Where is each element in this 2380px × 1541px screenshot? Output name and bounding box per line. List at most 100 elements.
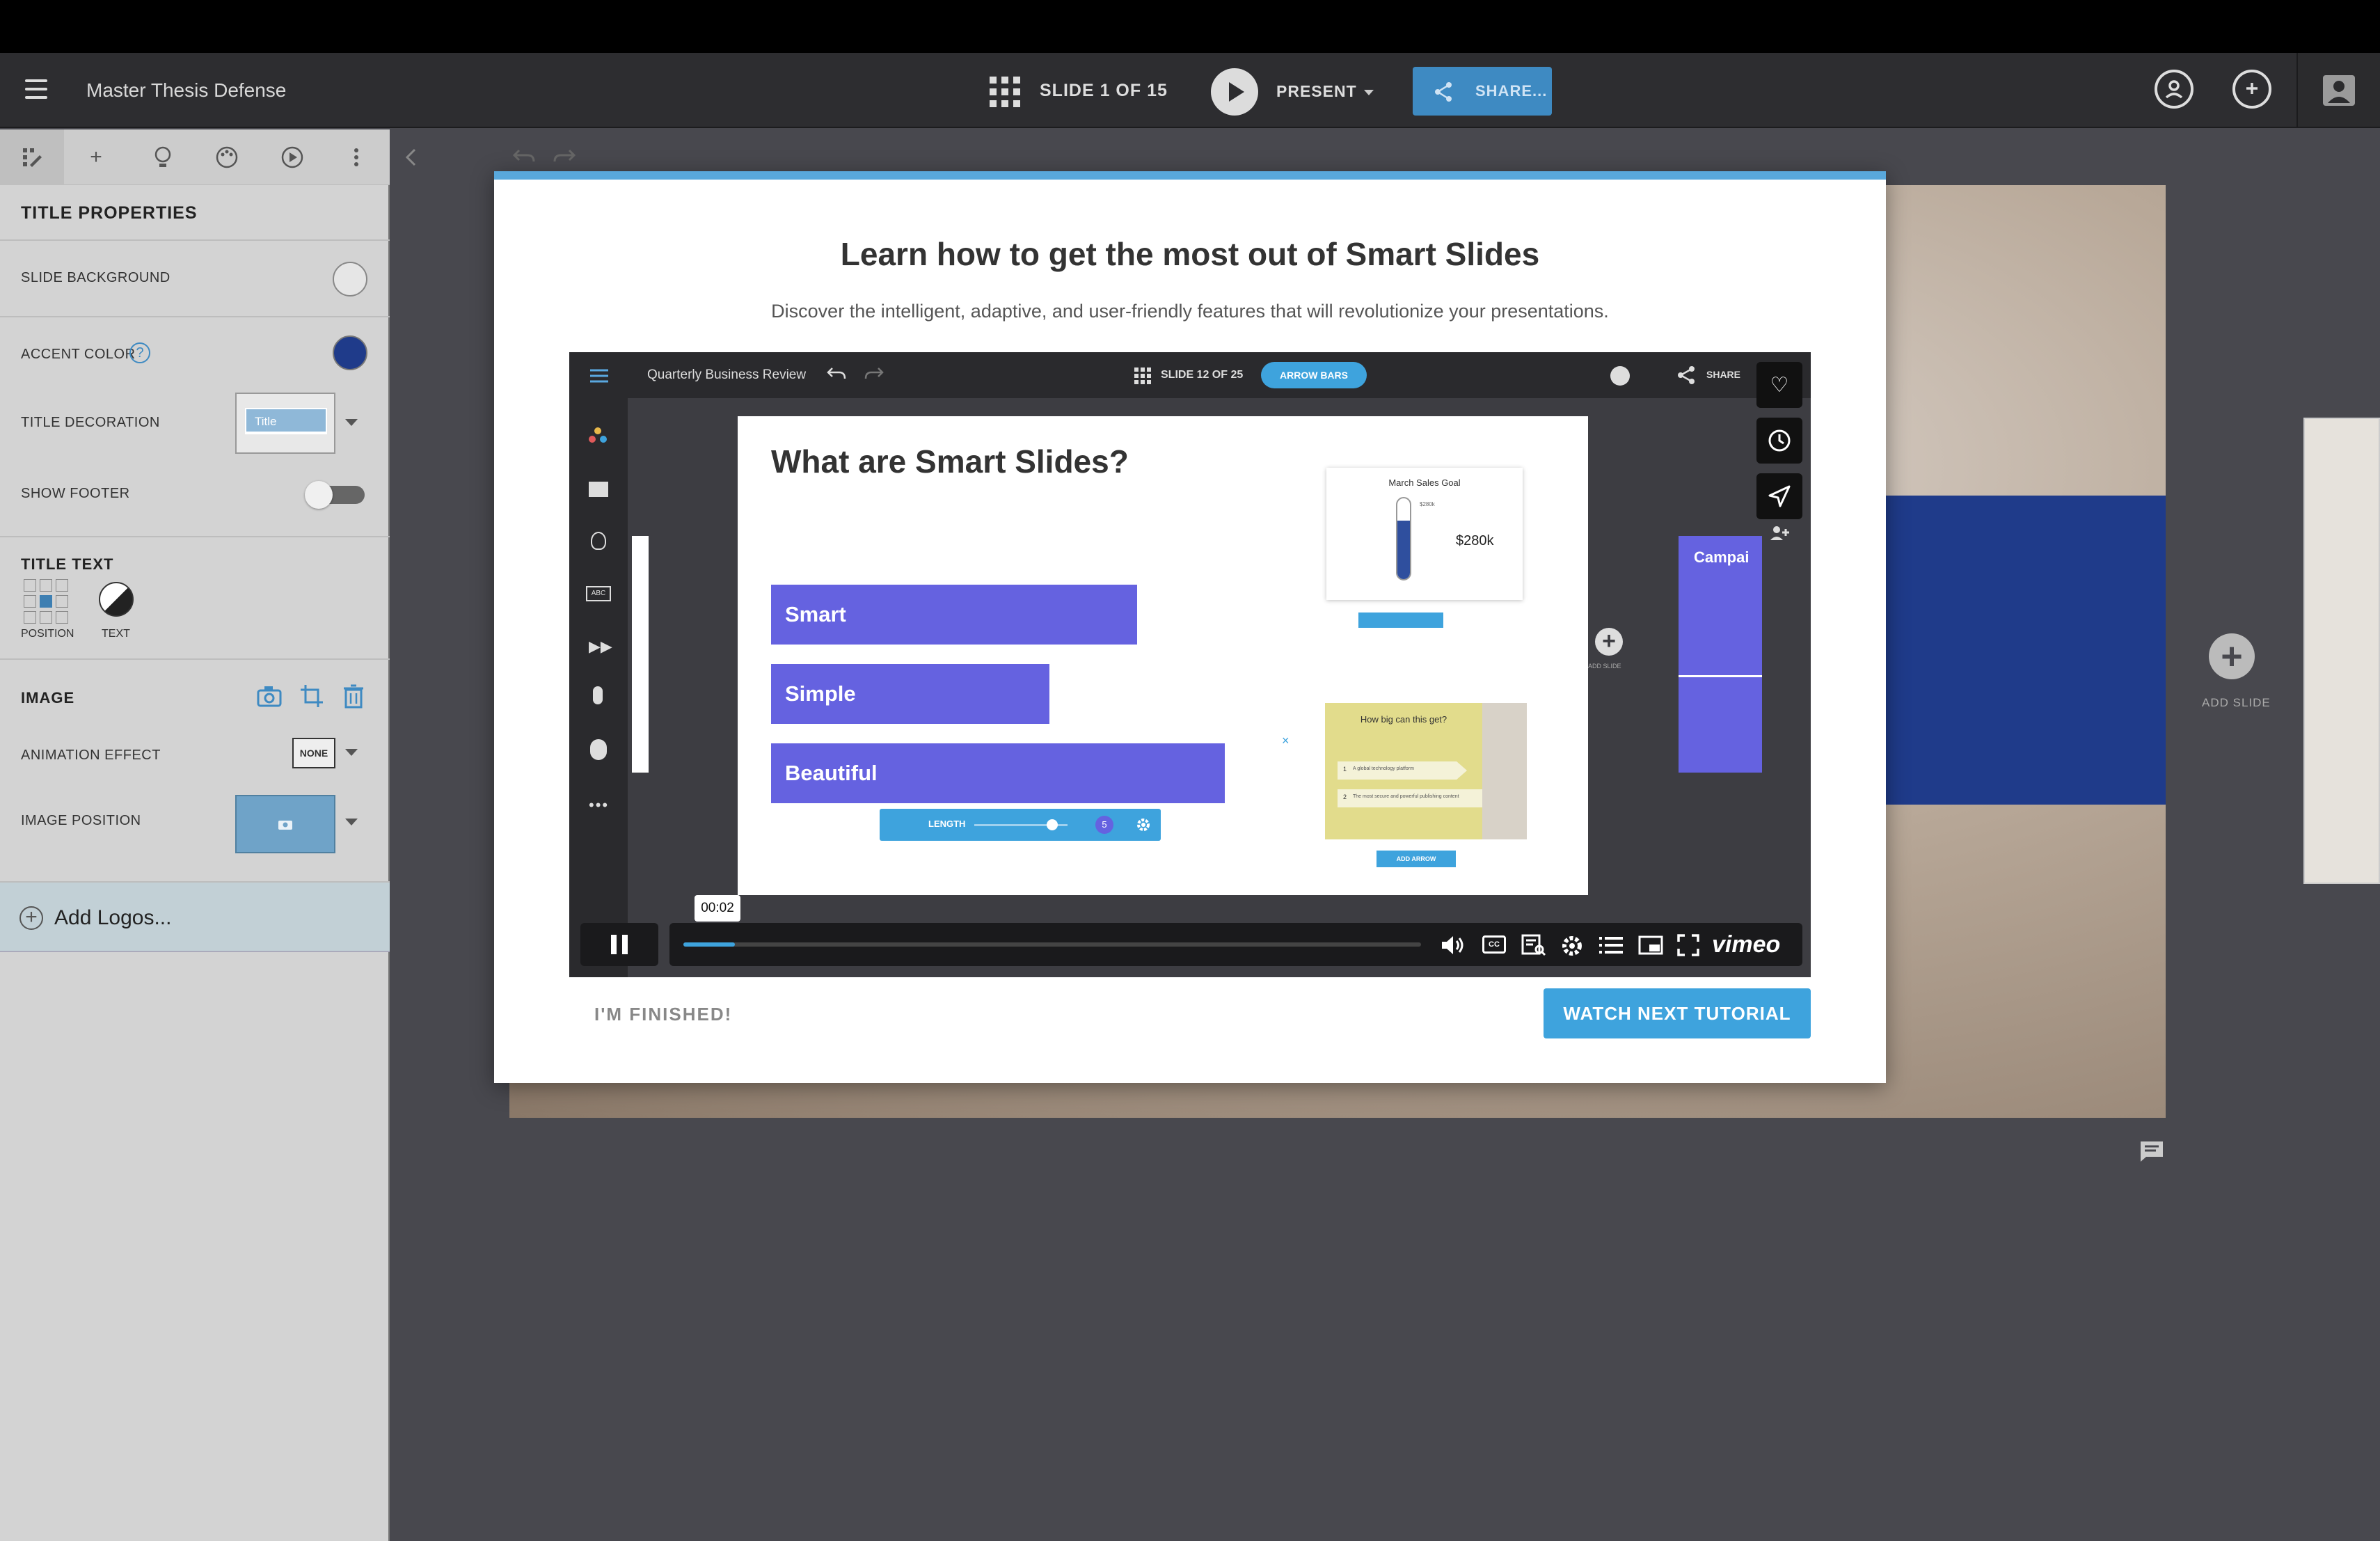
video-goal-small-label: $280k <box>1420 501 1435 507</box>
video-progress-track[interactable] <box>683 942 1421 947</box>
animation-effect-select[interactable]: NONE <box>292 738 335 768</box>
play-icon[interactable] <box>1211 68 1258 116</box>
more-vertical-icon[interactable] <box>342 143 370 171</box>
lightbulb-icon[interactable] <box>149 143 177 171</box>
video-next-slide: Campai <box>1679 536 1762 773</box>
vimeo-logo[interactable]: vimeo <box>1712 931 1780 958</box>
video-length-toolbar: LENGTH 5 <box>880 809 1161 841</box>
palette-icon[interactable] <box>213 143 241 171</box>
video-goal-title: March Sales Goal <box>1388 477 1461 488</box>
hamburger-icon[interactable] <box>25 79 47 99</box>
add-logos-button[interactable]: + Add Logos... <box>0 883 390 952</box>
add-slide-icon[interactable]: + <box>2209 633 2255 679</box>
collapse-panel-icon[interactable] <box>404 148 418 167</box>
add-logos-label: Add Logos... <box>54 906 172 929</box>
fast-forward-icon: ▶▶ <box>589 638 612 655</box>
fullscreen-icon[interactable] <box>1677 934 1699 956</box>
present-label: PRESENT <box>1276 82 1357 100</box>
video-bar-beautiful: Beautiful <box>771 743 1225 803</box>
gear-icon[interactable] <box>1560 934 1584 958</box>
position-grid-icon[interactable] <box>24 579 68 624</box>
row-image: IMAGE ANIMATION EFFECT NONE IMAGE POSITI… <box>0 660 390 883</box>
comment-add-icon[interactable] <box>2232 70 2271 109</box>
redo-icon[interactable] <box>553 148 576 166</box>
share-button[interactable]: SHARE... <box>1413 67 1552 116</box>
chevron-down-icon[interactable] <box>345 819 358 825</box>
tutorial-modal: Learn how to get the most out of Smart S… <box>494 171 1886 1083</box>
document-title[interactable]: Master Thesis Defense <box>86 79 286 102</box>
transcript-icon[interactable] <box>1521 934 1546 956</box>
animation-effect-label: ANIMATION EFFECT <box>21 748 161 763</box>
closed-captions-icon[interactable]: CC <box>1482 935 1506 954</box>
video-length-value: 5 <box>1095 816 1113 834</box>
camera-icon[interactable] <box>256 683 283 709</box>
volume-icon[interactable] <box>1441 934 1466 956</box>
video-next-slide-title: Campai <box>1694 548 1750 566</box>
title-decoration-preview: Title <box>245 408 327 434</box>
video-slide-title: What are Smart Slides? <box>771 443 1129 480</box>
panel-section-title: TITLE PROPERTIES <box>21 203 198 223</box>
send-icon[interactable] <box>1756 473 1802 519</box>
video-arrow-bars-pill: ARROW BARS <box>1261 362 1367 388</box>
help-icon[interactable]: ? <box>129 342 150 363</box>
text-abc-icon: ABC <box>586 586 611 601</box>
os-top-strip <box>0 0 2380 53</box>
text-color-icon[interactable] <box>99 582 134 617</box>
slide-grid-icon[interactable] <box>990 77 1020 107</box>
modal-title: Learn how to get the most out of Smart S… <box>840 236 1540 272</box>
accent-color-swatch[interactable] <box>333 335 367 370</box>
trash-icon[interactable] <box>342 683 365 709</box>
watch-next-tutorial-button[interactable]: WATCH NEXT TUTORIAL <box>1544 988 1811 1038</box>
video-share-label: SHARE <box>1706 369 1741 380</box>
picture-in-picture-icon[interactable] <box>1638 935 1663 955</box>
tutorial-video-player[interactable]: Quarterly Business Review SLIDE 12 OF 25… <box>569 352 1811 977</box>
show-footer-label: SHOW FOOTER <box>21 486 130 501</box>
camera-icon <box>278 821 292 830</box>
row-title-text: TITLE TEXT POSITION TEXT <box>0 537 390 660</box>
show-footer-toggle[interactable] <box>305 481 365 509</box>
row-accent-decoration-footer: ACCENT COLOR ? TITLE DECORATION Title SH… <box>0 317 390 537</box>
video-slide: What are Smart Slides? Smart Simple Beau… <box>738 416 1588 895</box>
play-circle-icon[interactable] <box>278 143 306 171</box>
crop-icon[interactable] <box>299 683 324 709</box>
clock-icon[interactable] <box>1756 418 1802 464</box>
account-menu[interactable] <box>2296 53 2380 127</box>
panel-tabs: + <box>0 129 390 185</box>
video-prev-slide-edge <box>632 536 649 773</box>
im-finished-button[interactable]: I'M FINISHED! <box>594 1004 732 1025</box>
slide-grid-icon <box>1134 368 1151 384</box>
lightbulb-icon <box>591 532 606 550</box>
tab-magic-wand[interactable] <box>0 129 64 185</box>
undo-icon[interactable] <box>512 148 536 166</box>
pause-button[interactable] <box>580 923 658 966</box>
video-control-bar: CC vimeo <box>669 923 1802 966</box>
chevron-down-icon[interactable] <box>345 419 358 426</box>
plus-icon[interactable]: + <box>82 143 110 171</box>
slide-counter[interactable]: SLIDE 1 OF 15 <box>1040 81 1168 101</box>
image-position-select[interactable] <box>235 795 335 853</box>
video-how-big-num: 2 <box>1343 793 1347 800</box>
magic-wand-icon <box>589 427 608 447</box>
chapters-list-icon[interactable] <box>1599 935 1623 955</box>
share-icon <box>1435 82 1452 102</box>
video-bar-smart: Smart <box>771 585 1137 645</box>
speaker-notes-icon[interactable] <box>2138 1139 2166 1164</box>
magic-wand-icon <box>23 148 42 167</box>
video-slide-counter: SLIDE 12 OF 25 <box>1161 369 1244 381</box>
image-position-label: IMAGE POSITION <box>21 813 141 828</box>
present-button[interactable]: PRESENT <box>1276 82 1374 101</box>
slide-background-label: SLIDE BACKGROUND <box>21 270 170 285</box>
mouse-icon <box>590 739 607 760</box>
close-icon: × <box>1282 734 1290 748</box>
user-circle-icon[interactable] <box>2155 70 2193 109</box>
video-bar-simple: Simple <box>771 664 1049 724</box>
next-slide-thumbnail[interactable] <box>2303 418 2380 884</box>
title-decoration-select[interactable]: Title <box>235 393 335 454</box>
chevron-down-icon[interactable] <box>345 749 358 756</box>
heart-icon[interactable]: ♡ <box>1756 362 1802 408</box>
video-length-label: LENGTH <box>928 819 966 829</box>
row-slide-background: SLIDE BACKGROUND <box>0 241 390 317</box>
layout-icon <box>589 482 608 497</box>
video-how-big-card: How big can this get? 1 A global technol… <box>1325 703 1527 839</box>
slide-background-swatch[interactable] <box>333 262 367 297</box>
